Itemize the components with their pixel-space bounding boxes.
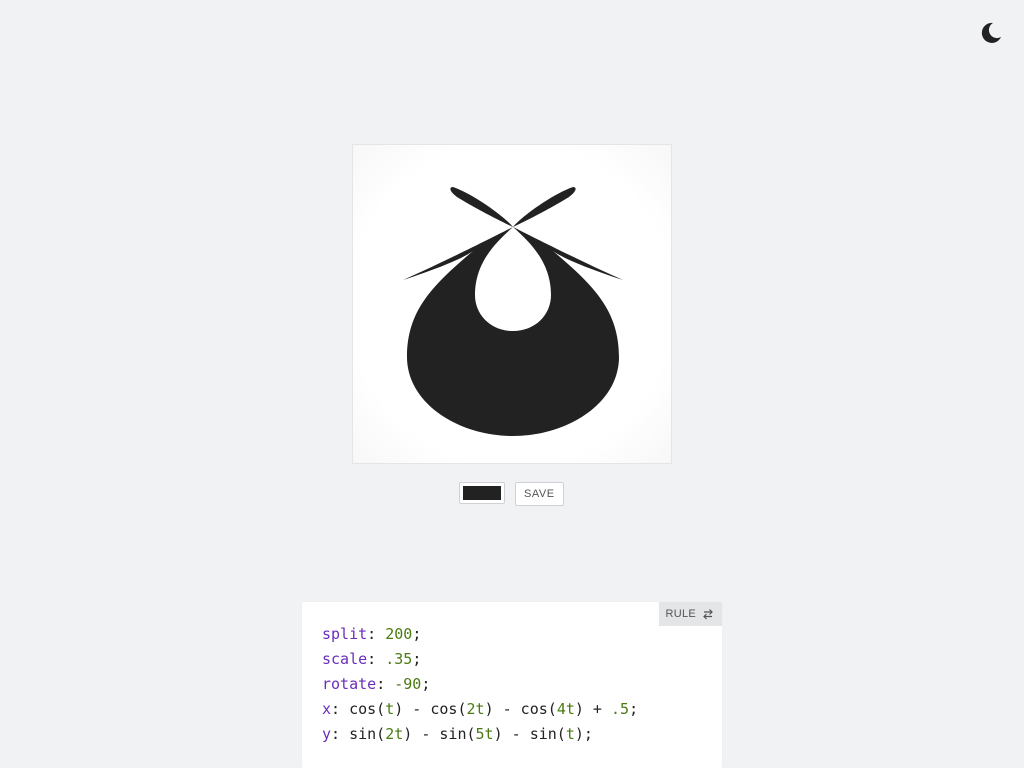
code-line-x: x: cos(t) - cos(2t) - cos(4t) + .5; xyxy=(322,700,639,718)
save-button[interactable]: SAVE xyxy=(515,482,564,506)
code-text: ; xyxy=(412,650,422,668)
code-key: split xyxy=(322,625,368,643)
code-text: ) - sin( xyxy=(403,725,476,743)
save-button-label: SAVE xyxy=(524,488,555,500)
code-value: t xyxy=(385,700,395,718)
code-value: 2t xyxy=(385,725,404,743)
code-text: ) + xyxy=(574,700,611,718)
canvas-controls: SAVE xyxy=(459,482,564,506)
rule-code[interactable]: split: 200; scale: .35; rotate: -90; x: cos… xyxy=(322,622,638,747)
color-picker[interactable] xyxy=(459,482,505,504)
code-line-y: y: sin(2t) - sin(5t) - sin(t); xyxy=(322,725,593,743)
moon-icon xyxy=(981,22,1001,43)
code-key: rotate xyxy=(322,675,377,693)
code-line-scale: scale: .35; xyxy=(322,650,422,668)
color-swatch-fill xyxy=(463,486,501,500)
code-text: ); xyxy=(574,725,593,743)
code-value: 2t xyxy=(466,700,485,718)
code-text: cos( xyxy=(349,700,386,718)
code-text: ) - cos( xyxy=(394,700,467,718)
drawing-canvas xyxy=(352,144,672,464)
code-value: 5t xyxy=(475,725,494,743)
code-value: -90 xyxy=(394,675,422,693)
code-value: .35 xyxy=(385,650,413,668)
page: SAVE RULE split: 200; scale: .35; rotate: … xyxy=(0,0,1024,768)
code-line-rotate: rotate: -90; xyxy=(322,675,431,693)
code-key: scale xyxy=(322,650,368,668)
curve-artwork xyxy=(403,187,623,436)
rule-button-label: RULE xyxy=(665,608,696,620)
code-value: 200 xyxy=(385,625,413,643)
code-value: 4t xyxy=(556,700,575,718)
code-text: ; xyxy=(412,625,422,643)
code-line-split: split: 200; xyxy=(322,625,422,643)
theme-toggle-button[interactable] xyxy=(978,20,1004,46)
code-key: y xyxy=(322,725,332,743)
code-text: ; xyxy=(629,700,639,718)
code-text: sin( xyxy=(349,725,386,743)
code-key: x xyxy=(322,700,332,718)
code-value: .5 xyxy=(611,700,630,718)
curve-shape xyxy=(403,187,623,436)
code-text: ; xyxy=(421,675,431,693)
swap-icon xyxy=(703,609,713,620)
rule-panel: RULE split: 200; scale: .35; rotate: -90; x… xyxy=(302,602,722,768)
code-text: ) - sin( xyxy=(493,725,566,743)
code-text: ) - cos( xyxy=(484,700,557,718)
code-value: t xyxy=(565,725,575,743)
rule-toggle-button[interactable]: RULE xyxy=(659,602,722,626)
